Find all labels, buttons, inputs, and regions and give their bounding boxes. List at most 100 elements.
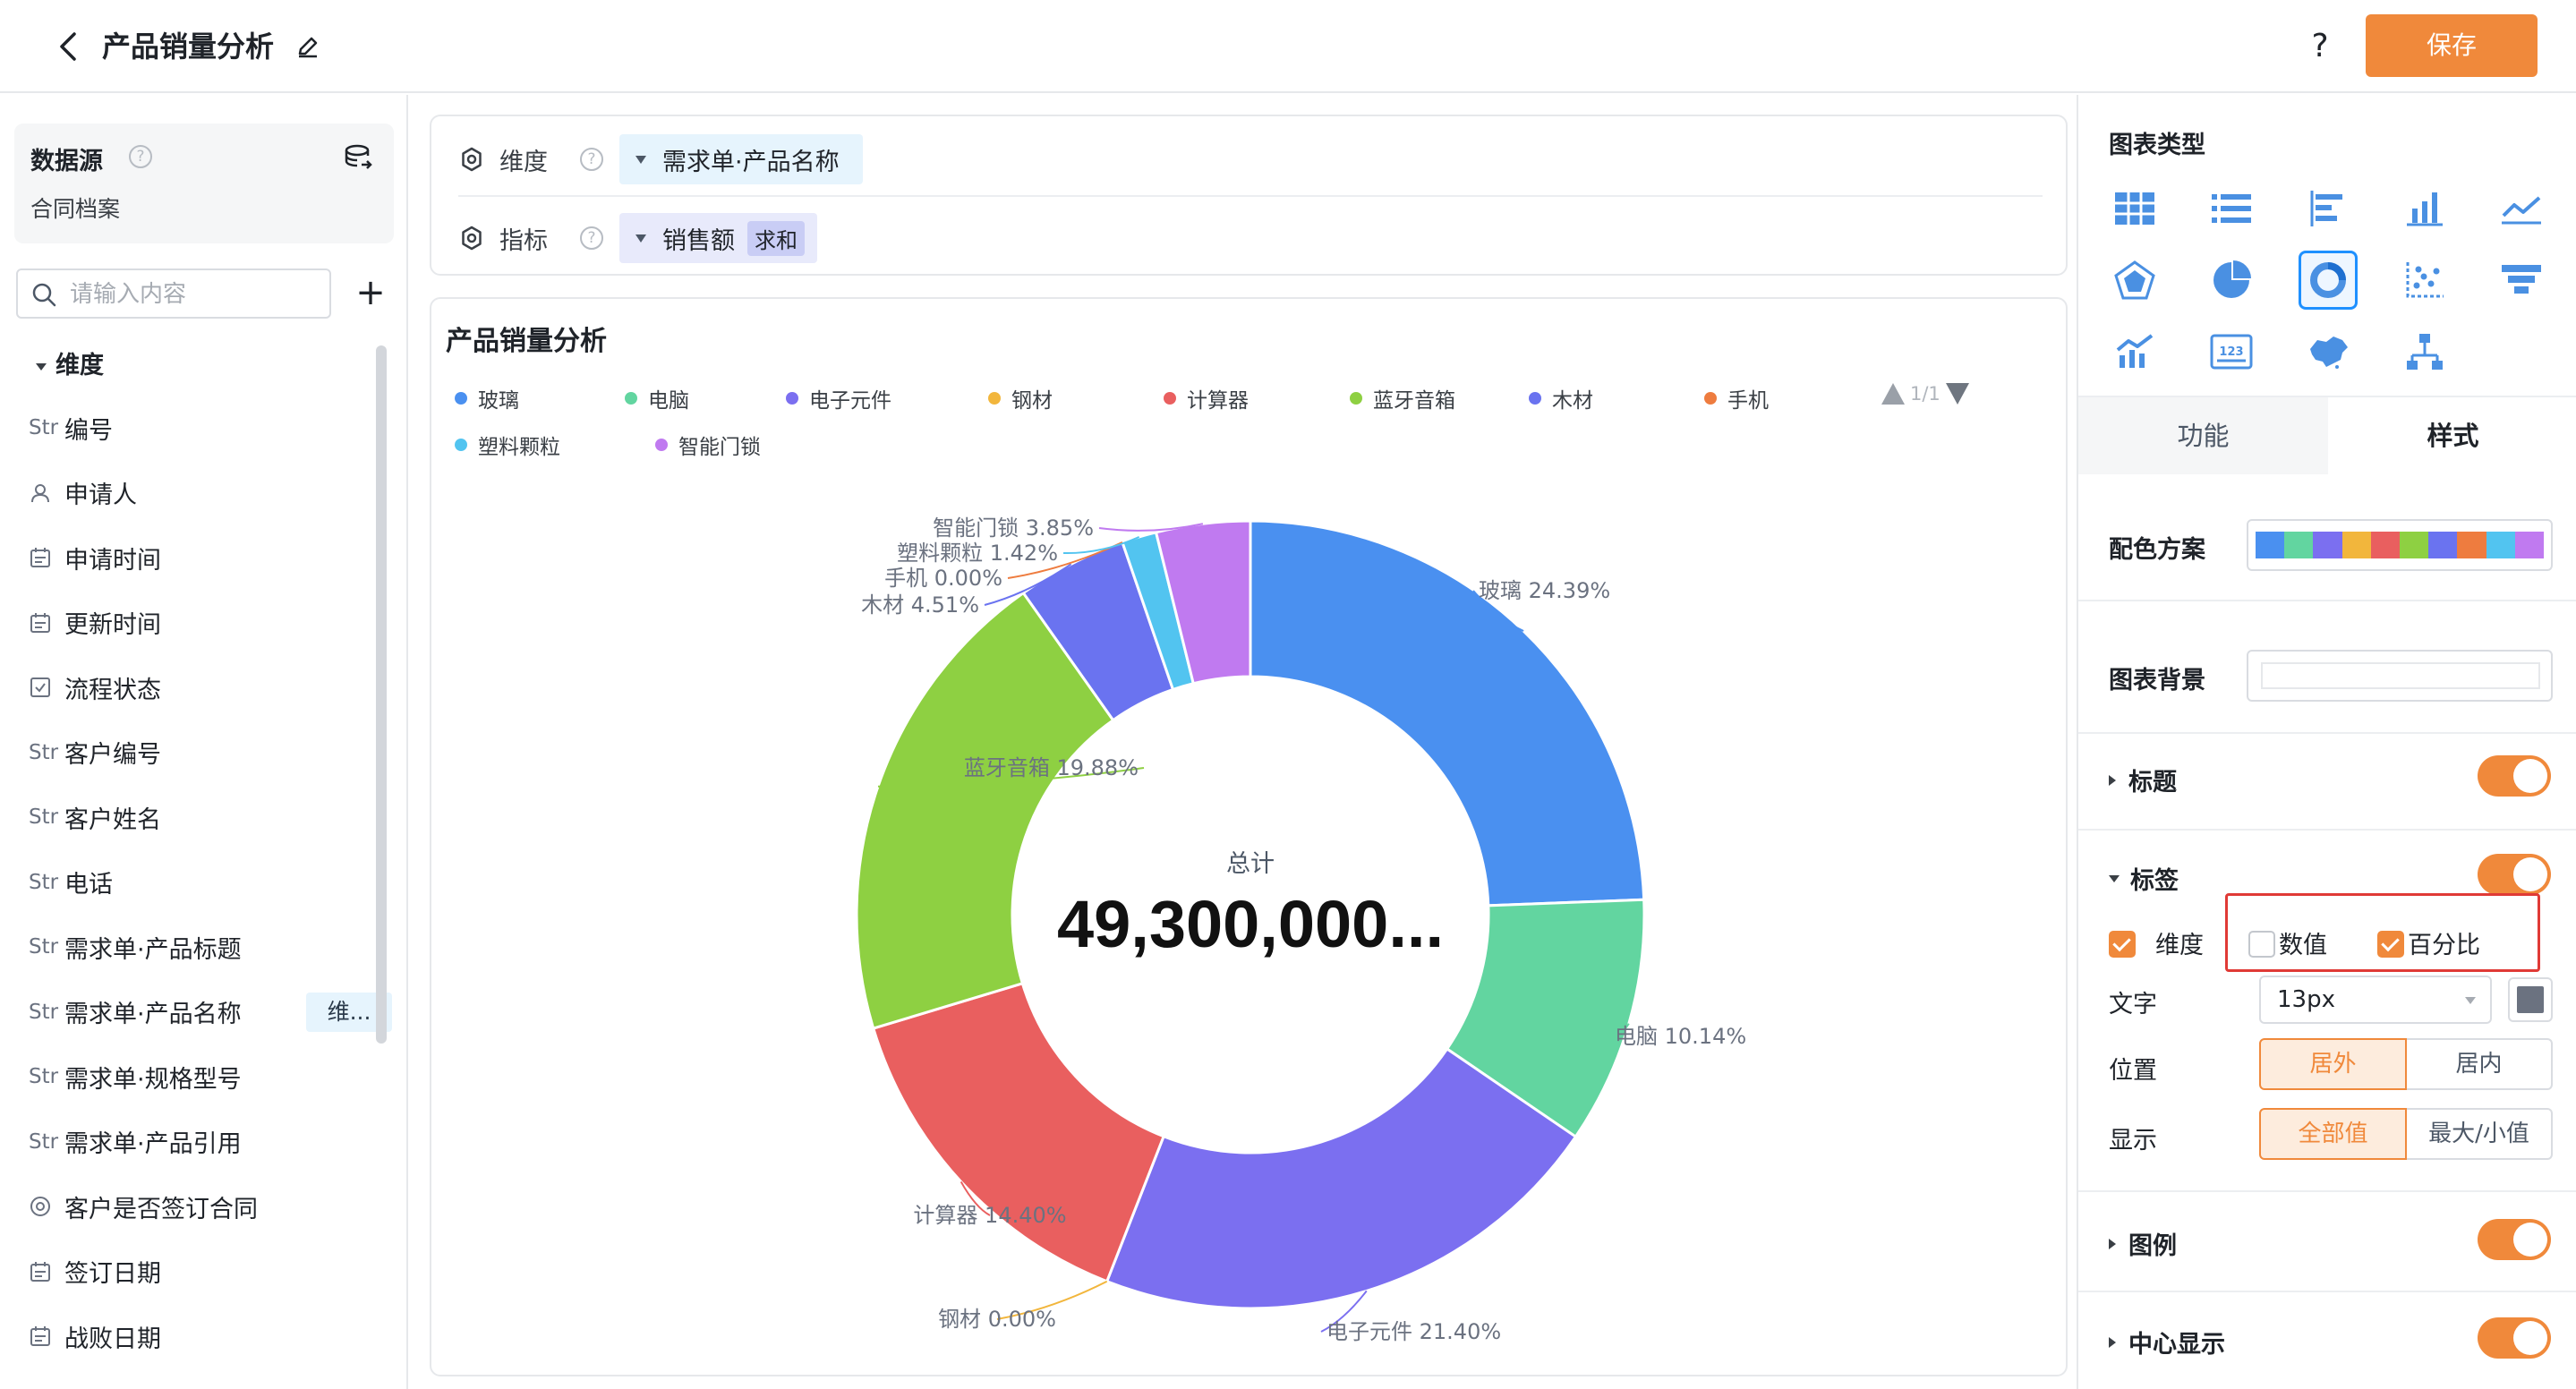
indicator-card-icon[interactable]: 123 <box>2202 322 2261 381</box>
search-input[interactable] <box>70 277 320 311</box>
donut-icon[interactable] <box>2299 251 2358 310</box>
help-icon[interactable]: ? <box>580 148 603 171</box>
field-label: 客户姓名 <box>64 805 161 834</box>
user-icon <box>29 481 64 505</box>
dimension-row: 维度 ? 需求单·产品名称 <box>458 134 863 184</box>
combo-icon[interactable] <box>2105 322 2164 381</box>
field-item[interactable]: 战败原因 <box>29 1369 387 1389</box>
caret-right-icon <box>2109 1336 2116 1348</box>
section-title-header[interactable]: 标题 <box>2109 763 2177 797</box>
bar-horizontal-icon[interactable] <box>2299 179 2358 238</box>
scatter-icon[interactable] <box>2395 251 2454 310</box>
help-icon[interactable]: ? <box>580 226 603 250</box>
edit-icon[interactable] <box>290 29 326 64</box>
gear-icon[interactable] <box>458 225 485 251</box>
dimension-group-label: 维度 <box>55 352 104 379</box>
palette-swatch <box>2284 532 2314 558</box>
help-button[interactable]: ? <box>2300 23 2340 70</box>
datasource-name[interactable]: 合同档案 <box>30 192 120 224</box>
display-all-button[interactable]: 全部值 <box>2259 1108 2407 1160</box>
string-type-icon: Str <box>29 1129 59 1154</box>
field-label: 需求单·产品名称 <box>64 1001 242 1029</box>
field-item[interactable]: Str 需求单·规格型号 <box>29 1044 387 1110</box>
gear-icon[interactable] <box>458 146 485 173</box>
field-item[interactable]: 签订日期 <box>29 1240 387 1305</box>
position-outside-button[interactable]: 居外 <box>2259 1038 2407 1090</box>
add-field-button[interactable]: + <box>351 270 390 317</box>
field-label: 签订日期 <box>64 1260 161 1289</box>
slice-label: 智能门锁 3.85% <box>933 516 1094 541</box>
color-scheme-picker[interactable] <box>2247 519 2553 571</box>
field-label: 需求单·产品标题 <box>64 935 242 964</box>
divider <box>2078 1291 2576 1292</box>
dimension-pill[interactable]: 需求单·产品名称 <box>619 134 863 184</box>
datasource-title: 数据源 <box>30 148 103 175</box>
slice-label: 电脑 10.14% <box>1615 1024 1746 1049</box>
palette-swatch <box>2457 532 2486 558</box>
datasource-card: 数据源 ? 合同档案 <box>14 124 394 243</box>
database-switch-icon[interactable] <box>342 141 374 174</box>
section-label-header[interactable]: 标签 <box>2109 861 2179 896</box>
dimension-checkbox[interactable] <box>2109 931 2136 958</box>
pie-icon[interactable] <box>2202 251 2261 310</box>
position-toggle: 居外 居内 <box>2259 1038 2553 1090</box>
field-item[interactable]: 战败日期 <box>29 1304 387 1369</box>
field-item[interactable]: 更新时间 <box>29 591 387 656</box>
back-button[interactable] <box>50 27 86 66</box>
field-item[interactable]: 申请人 <box>29 461 387 526</box>
field-item[interactable]: Str 需求单·产品名称 维... <box>29 980 392 1045</box>
radio-icon <box>29 1195 64 1218</box>
field-sidebar: 数据源 ? 合同档案 + 维度 Str编号申请人申请时间更新时间流程状态Str客… <box>0 95 408 1389</box>
list-icon[interactable] <box>2202 179 2261 238</box>
center-display-toggle[interactable] <box>2478 1317 2551 1359</box>
help-icon[interactable]: ? <box>129 145 152 168</box>
field-item[interactable]: 申请时间 <box>29 525 387 591</box>
value-checkbox[interactable] <box>2248 931 2275 958</box>
section-center-header[interactable]: 中心显示 <box>2109 1325 2225 1359</box>
field-item[interactable]: Str 客户编号 <box>29 720 387 786</box>
position-inside-button[interactable]: 居内 <box>2407 1038 2553 1090</box>
funnel-icon[interactable] <box>2492 251 2551 310</box>
dimension-group-header[interactable]: 维度 <box>36 345 104 380</box>
tree-icon[interactable] <box>2395 322 2454 381</box>
display-minmax-button[interactable]: 最大/小值 <box>2407 1108 2553 1160</box>
save-button[interactable]: 保存 <box>2366 14 2538 77</box>
legend-toggle[interactable] <box>2478 1219 2551 1260</box>
line-icon[interactable] <box>2492 179 2551 238</box>
percent-checkbox[interactable] <box>2377 931 2404 958</box>
field-item[interactable]: 流程状态 <box>29 655 387 720</box>
donut-chart: 玻璃 24.39% 电脑 10.14% 电子元件 21.40% 钢材 0.00% 计算器… <box>855 516 1746 1344</box>
field-search <box>16 268 331 319</box>
bar-vertical-icon[interactable] <box>2395 179 2454 238</box>
field-item[interactable]: Str 电话 <box>29 850 387 916</box>
calendar-icon <box>29 1325 64 1348</box>
caret-down-icon <box>635 155 646 164</box>
field-item[interactable]: 客户是否签订合同 <box>29 1174 387 1240</box>
position-label: 位置 <box>2109 1057 2157 1085</box>
field-item[interactable]: Str 需求单·产品引用 <box>29 1110 387 1175</box>
tab-style[interactable]: 样式 <box>2328 397 2576 474</box>
chart-card: 产品销量分析 玻璃 电脑 电子元件 钢材 计算器 蓝牙音箱 木材 手机 塑料颗粒 智能门锁 1/1… <box>430 297 2068 1376</box>
donut-slice[interactable] <box>1105 1046 1578 1310</box>
string-type-icon: Str <box>29 1065 59 1089</box>
field-item[interactable]: Str 编号 <box>29 396 387 461</box>
section-legend-header[interactable]: 图例 <box>2109 1226 2177 1261</box>
section-legend-label: 图例 <box>2128 1232 2177 1260</box>
field-label: 流程状态 <box>64 676 161 704</box>
donut-slice[interactable] <box>871 981 1166 1283</box>
field-item[interactable]: Str 客户姓名 <box>29 785 387 850</box>
radar-icon[interactable] <box>2105 251 2164 310</box>
divider <box>2078 600 2576 601</box>
scrollbar[interactable] <box>376 345 387 1044</box>
table-icon[interactable] <box>2105 179 2164 238</box>
tab-function[interactable]: 功能 <box>2078 397 2328 474</box>
font-size-select[interactable]: 13px <box>2259 976 2492 1024</box>
text-color-picker[interactable] <box>2508 977 2553 1022</box>
label-toggle[interactable] <box>2478 854 2551 895</box>
chart-background-picker[interactable] <box>2247 650 2553 702</box>
map-icon[interactable] <box>2299 322 2358 381</box>
title-toggle[interactable] <box>2478 755 2551 797</box>
metric-pill[interactable]: 销售额 求和 <box>619 213 817 263</box>
field-item[interactable]: Str 需求单·产品标题 <box>29 915 387 980</box>
top-bar: 产品销量分析 ? 保存 <box>0 0 2576 93</box>
